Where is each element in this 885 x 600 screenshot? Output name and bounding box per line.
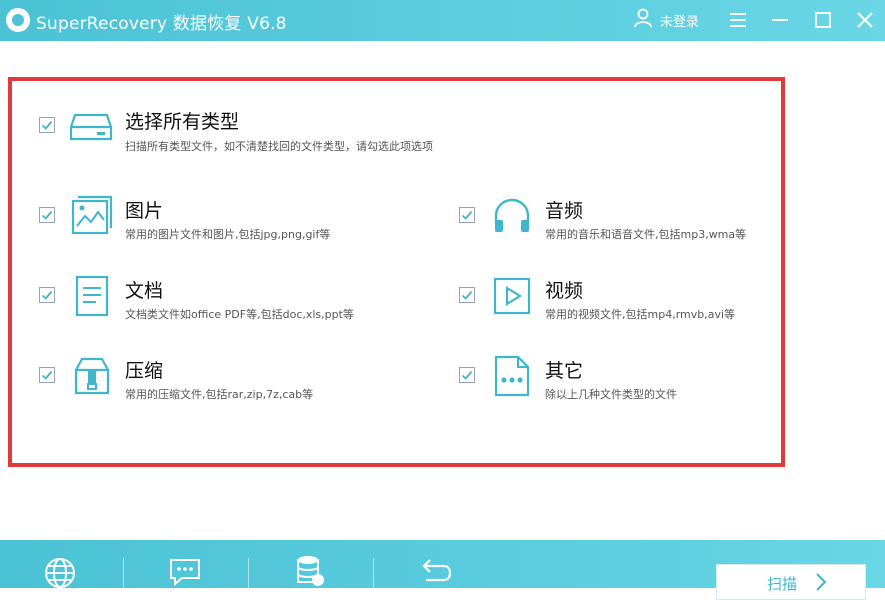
app-title: SuperRecovery 数据恢复 V6.8 (36, 14, 287, 34)
play-icon (490, 274, 534, 318)
close-icon (857, 12, 873, 28)
option-title: 音频 (545, 200, 584, 222)
divider (373, 558, 374, 588)
option-description: 扫描所有类型文件，如不清楚找回的文件类型，请勾选此项选项 (125, 140, 433, 153)
checkbox-other[interactable] (459, 367, 475, 383)
option-description: 常用的图片文件和图片,包括jpg,png,gif等 (125, 228, 331, 241)
minimize-button[interactable] (768, 8, 792, 32)
document-icon (70, 274, 114, 318)
checkbox-audio[interactable] (459, 207, 475, 223)
chat-icon (170, 559, 200, 587)
maximize-button[interactable] (811, 8, 835, 32)
option-description: 常用的视频文件,包括mp4,rmvb,avi等 (545, 308, 736, 321)
option-title: 文档 (125, 280, 164, 302)
login-button[interactable]: 未登录 (634, 8, 700, 32)
option-description: 常用的音乐和语音文件,包括mp3,wma等 (545, 228, 747, 241)
menu-icon (730, 13, 746, 27)
option-description: 常用的压缩文件,包括rar,zip,7z,cab等 (125, 388, 314, 401)
checkmark-icon (461, 290, 473, 300)
chat-button[interactable] (168, 554, 202, 588)
database-button[interactable] (293, 554, 327, 588)
close-button[interactable] (853, 8, 877, 32)
maximize-icon (815, 12, 831, 28)
database-icon (297, 556, 324, 586)
more-icon (490, 354, 534, 398)
checkmark-icon (41, 290, 53, 300)
title-bar: SuperRecovery 数据恢复 V6.8 未登录 (0, 0, 885, 41)
checkbox-images[interactable] (39, 207, 55, 223)
checkmark-icon (41, 120, 53, 130)
scan-label: 扫描 (767, 575, 798, 593)
minimize-icon (772, 19, 788, 21)
checkbox-video[interactable] (459, 287, 475, 303)
archive-icon (70, 354, 114, 398)
option-title: 其它 (545, 360, 584, 382)
option-title: 选择所有类型 (125, 111, 240, 133)
checkbox-archive[interactable] (39, 367, 55, 383)
globe-button[interactable] (43, 554, 77, 588)
option-description: 除以上几种文件类型的文件 (545, 388, 677, 401)
option-title: 视频 (545, 280, 584, 302)
chevron-right-icon (815, 572, 827, 596)
headphones-icon (490, 194, 534, 238)
divider (248, 558, 249, 588)
app-logo-icon (6, 8, 30, 32)
option-title: 图片 (125, 200, 164, 222)
image-icon (70, 194, 114, 238)
divider (123, 558, 124, 588)
checkbox-all-types[interactable] (39, 117, 55, 133)
back-button[interactable] (418, 554, 452, 588)
checkmark-icon (41, 210, 53, 220)
globe-icon (45, 558, 75, 588)
menu-button[interactable] (726, 8, 750, 32)
back-icon (422, 559, 452, 582)
scan-button[interactable]: 扫描 (716, 564, 866, 600)
login-status: 未登录 (660, 14, 700, 30)
option-title: 压缩 (125, 360, 164, 382)
checkmark-icon (41, 370, 53, 380)
checkmark-icon (461, 210, 473, 220)
option-description: 文档类文件如office PDF等,包括doc,xls,ppt等 (125, 308, 354, 321)
checkbox-documents[interactable] (39, 287, 55, 303)
drive-icon (69, 105, 113, 149)
user-icon (634, 8, 652, 32)
checkmark-icon (461, 370, 473, 380)
file-type-panel (8, 77, 785, 467)
